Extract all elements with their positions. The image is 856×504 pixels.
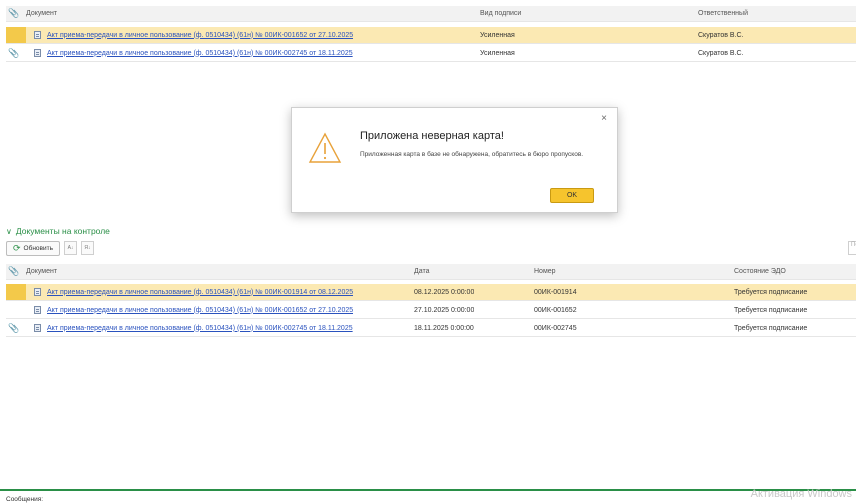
error-dialog: × Приложена неверная карта! Приложенная … <box>291 107 618 213</box>
document-icon <box>34 324 41 332</box>
document-link[interactable]: Акт приема-передачи в личное пользование… <box>47 50 353 57</box>
divider <box>0 489 856 491</box>
paperclip-icon: 📎 <box>8 47 20 58</box>
column-edo-status[interactable]: Состояние ЭДО <box>734 264 786 279</box>
document-icon <box>34 31 41 39</box>
table-row[interactable]: 📎 Акт приема-передачи в личное пользован… <box>6 320 856 337</box>
table-row[interactable]: Акт приема-передачи в личное пользование… <box>6 284 856 301</box>
refresh-label: Обновить <box>23 244 53 252</box>
chevron-down-icon: ∨ <box>6 226 12 236</box>
column-date[interactable]: Дата <box>414 264 430 279</box>
bottom-grid-header: 📎 Документ Дата Номер Состояние ЭДО <box>6 264 856 280</box>
paperclip-icon: 📎 <box>8 8 20 18</box>
document-icon <box>34 288 41 296</box>
column-signature-type[interactable]: Вид подписи <box>480 6 521 21</box>
selection-marker <box>6 27 26 43</box>
date-cell: 08.12.2025 0:00:00 <box>414 288 475 296</box>
section-title: Документы на контроле <box>15 226 110 236</box>
number-cell: 00ИК-002745 <box>534 324 577 332</box>
responsible-cell: Скуратов В.С. <box>698 49 744 57</box>
document-link[interactable]: Акт приема-передачи в личное пользование… <box>47 289 353 296</box>
dialog-title: Приложена неверная карта! <box>360 130 504 142</box>
messages-label: Сообщения: <box>6 496 44 503</box>
column-document[interactable]: Документ <box>26 264 57 279</box>
document-icon <box>34 49 41 57</box>
table-row[interactable]: 📎 Акт приема-передачи в личное пользован… <box>6 45 856 62</box>
sort-ascending-button[interactable]: A↓ <box>63 241 77 255</box>
table-row[interactable]: Акт приема-передачи в личное пользование… <box>6 302 856 319</box>
dialog-message: Приложенная карта в базе не обнаружена, … <box>360 151 584 158</box>
signature-type-cell: Усиленная <box>480 31 515 39</box>
toolbar: ⟳ Обновить A↓ Я↓ <box>6 240 94 256</box>
document-link[interactable]: Акт приема-передачи в личное пользование… <box>47 32 353 39</box>
windows-activation-watermark: Активация Windows <box>750 488 852 500</box>
number-cell: 00ИК-001914 <box>534 288 577 296</box>
refresh-icon: ⟳ <box>13 242 21 253</box>
sort-descending-button[interactable]: Я↓ <box>80 241 94 255</box>
date-cell: 27.10.2025 0:00:00 <box>414 306 475 314</box>
edo-status-cell: Требуется подписание <box>734 324 808 332</box>
edo-status-cell: Требуется подписание <box>734 288 808 296</box>
section-header-documents-on-control[interactable]: ∨ Документы на контроле <box>6 226 110 236</box>
top-grid-header: 📎 Документ Вид подписи Ответственный <box>6 6 856 22</box>
responsible-cell: Скуратов В.С. <box>698 31 744 39</box>
selection-marker <box>6 284 26 300</box>
column-document[interactable]: Документ <box>26 6 57 21</box>
column-number[interactable]: Номер <box>534 264 556 279</box>
warning-icon <box>308 132 342 163</box>
close-icon[interactable]: × <box>601 113 607 124</box>
search-input[interactable]: По <box>848 241 856 255</box>
document-link[interactable]: Акт приема-передачи в личное пользование… <box>47 325 353 332</box>
document-link[interactable]: Акт приема-передачи в личное пользование… <box>47 307 353 314</box>
table-row[interactable]: Акт приема-передачи в личное пользование… <box>6 27 856 44</box>
paperclip-icon: 📎 <box>8 266 20 276</box>
edo-status-cell: Требуется подписание <box>734 306 808 314</box>
column-responsible[interactable]: Ответственный <box>698 6 748 21</box>
refresh-button[interactable]: ⟳ Обновить <box>6 240 60 256</box>
ok-button[interactable]: OK <box>550 188 594 203</box>
date-cell: 18.11.2025 0:00:00 <box>414 324 474 332</box>
signature-type-cell: Усиленная <box>480 49 515 57</box>
number-cell: 00ИК-001652 <box>534 306 577 314</box>
document-icon <box>34 306 41 314</box>
paperclip-icon: 📎 <box>8 322 20 333</box>
